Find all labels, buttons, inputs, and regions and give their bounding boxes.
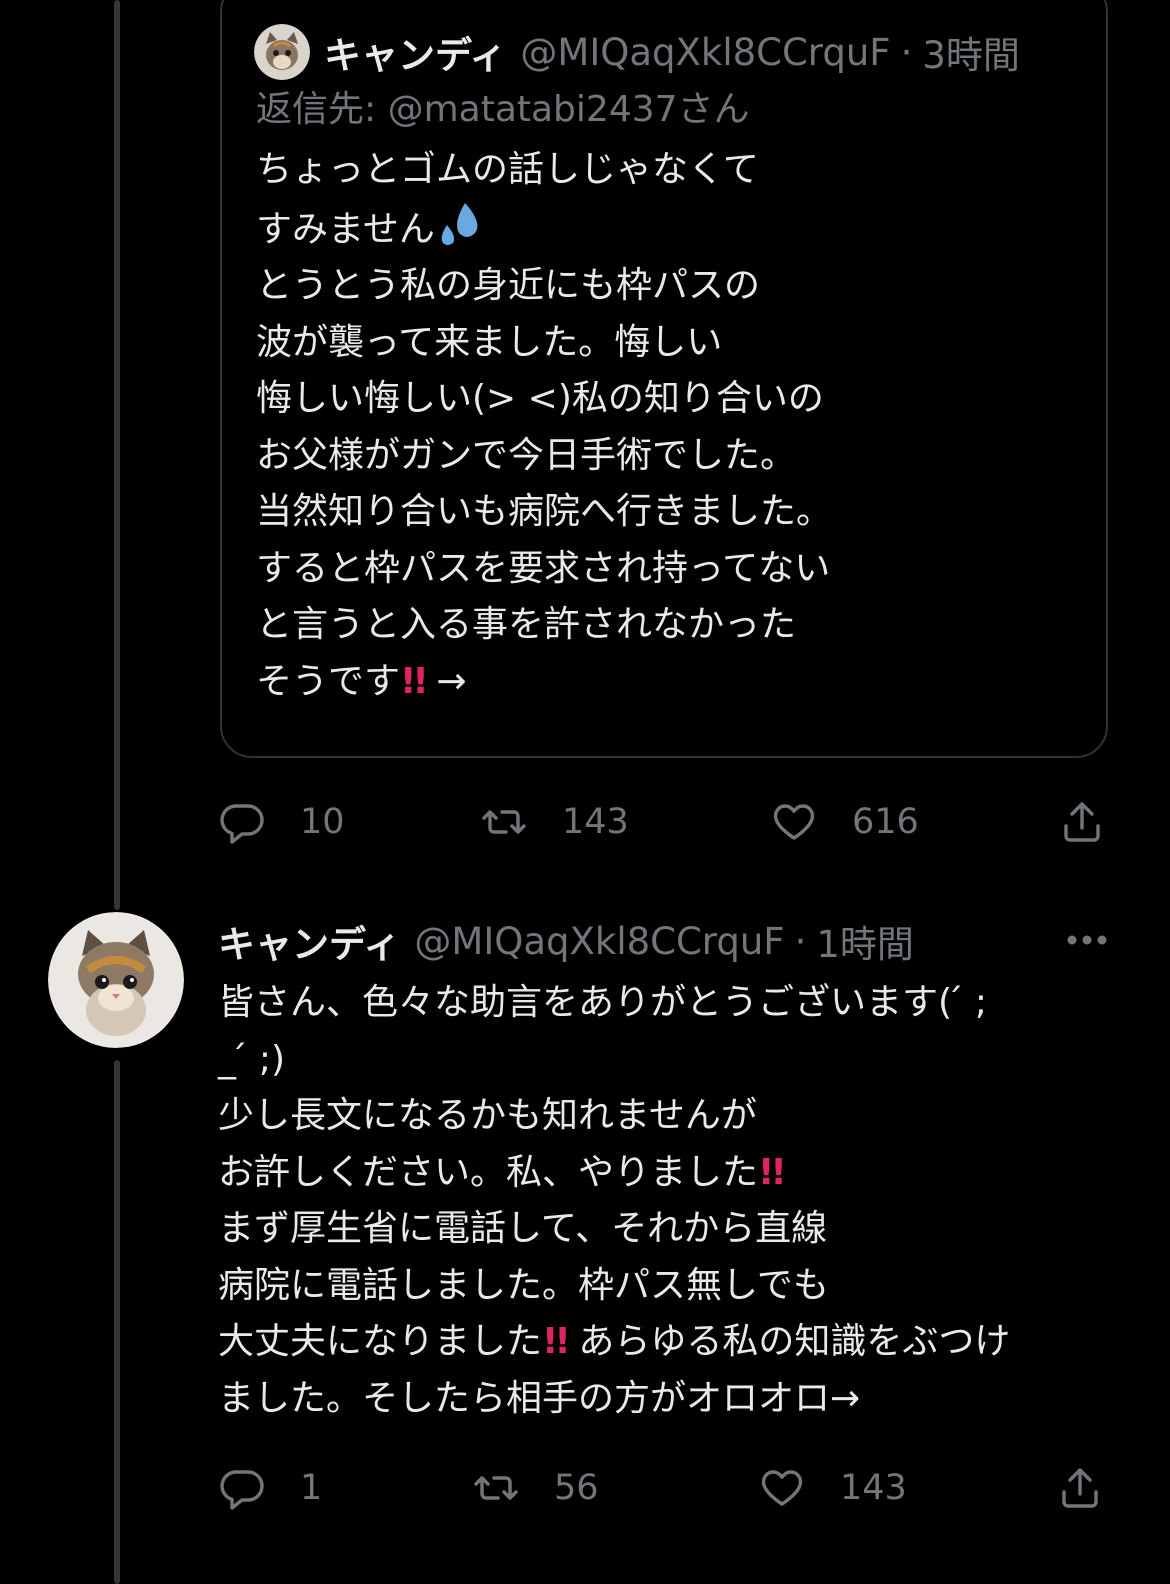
like-button[interactable]: 143 <box>758 1458 907 1518</box>
timestamp[interactable]: 1時間 <box>816 914 914 968</box>
reply-count: 1 <box>300 1468 323 1508</box>
retweet-button[interactable]: 143 <box>480 792 629 852</box>
tweet-text-line: 病院に電話しました。枠パス無しでも <box>218 1264 829 1306</box>
reply-button[interactable]: 1 <box>218 1458 322 1518</box>
handle[interactable]: @MIQaqXkl8CCrquF <box>414 920 784 963</box>
avatar[interactable] <box>254 24 310 80</box>
tweet-text-segment: そうです <box>256 660 401 702</box>
retweet-icon <box>474 1476 518 1500</box>
quoted-tweet-header: キャンディ @MIQaqXkl8CCrquF · 3時間 <box>254 24 1020 80</box>
arrow: → <box>436 660 467 702</box>
tweet-text-line: すみません <box>256 199 1076 259</box>
reply-label: 返信先: <box>256 89 388 130</box>
tweet-text-line: お父様がガンで今日手術でした。 <box>256 434 797 476</box>
retweet-icon <box>482 810 526 834</box>
share-icon <box>1062 1468 1098 1508</box>
reply-icon <box>220 804 264 844</box>
tweet-text-line: 大丈夫になりました!! あらゆる私の知識をぶつけ <box>218 1314 1118 1371</box>
reply-mention[interactable]: @matatabi2437さん <box>388 89 750 130</box>
share-button[interactable] <box>1058 792 1106 852</box>
tweet-text-line: まず厚生省に電話して、それから直線 <box>218 1208 828 1249</box>
reply-icon <box>220 1470 264 1510</box>
reply-to-line: 返信先: @matatabi2437さん <box>256 80 750 132</box>
tweet-text-segment: あらゆる私の知識をぶつけ <box>578 1321 1011 1362</box>
quoted-tweet-card[interactable]: キャンディ @MIQaqXkl8CCrquF · 3時間 返信先: @matat… <box>220 0 1108 758</box>
tweet-text-segment: すみません <box>256 208 435 250</box>
tweet-text-line: お許しください。私、やりました!! <box>218 1145 1118 1202</box>
heart-icon <box>773 804 815 840</box>
tweet-text-line: と言うと入る事を許されなかった <box>256 604 797 645</box>
retweet-count: 56 <box>554 1468 599 1508</box>
avatar[interactable] <box>48 912 184 1048</box>
tweet-actions: 1 56 143 <box>218 1458 1118 1518</box>
thread-line <box>114 1060 120 1584</box>
retweet-count: 143 <box>562 802 629 842</box>
timestamp[interactable]: 3時間 <box>922 25 1020 79</box>
double-exclamation-emoji: !! <box>758 1151 787 1193</box>
heart-icon <box>761 1470 803 1506</box>
reply-count: 10 <box>300 802 345 842</box>
tweet-header: キャンディ @MIQaqXkl8CCrquF · 1時間 <box>218 914 914 968</box>
sweat-drops-emoji <box>435 202 487 250</box>
separator-dot: · <box>900 30 913 74</box>
tweet-text-line: 波が襲って来ました。悔しい <box>256 321 723 363</box>
tweet-text-line: 当然知り合いも病院へ行きました。 <box>256 491 833 532</box>
tweet-text-line: ました。そしたら相手の方がオロオロ→ <box>218 1377 861 1419</box>
separator-dot: · <box>794 919 807 963</box>
thread-line <box>114 0 120 910</box>
tweet-text-line: _ ́ ;) <box>218 1038 286 1080</box>
tweet-text-line: そうです!! → <box>256 654 1076 711</box>
tweet-text-segment: 大丈夫になりました <box>218 1321 543 1362</box>
tweet-text-line: 皆さん、色々な助言をありがとうございます( ́ ; <box>218 982 988 1023</box>
share-icon <box>1064 802 1100 842</box>
like-button[interactable]: 616 <box>770 792 919 852</box>
double-exclamation-emoji: !! <box>400 660 429 702</box>
tweet-text-line: 悔しい悔しい(> <)私の知り合いの <box>256 378 824 419</box>
like-count: 616 <box>852 802 919 842</box>
double-exclamation-emoji: !! <box>542 1321 571 1362</box>
quoted-tweet-text: ちょっとゴムの話しじゃなくて すみません とうとう私の身近にも枠パスの 波が襲っ… <box>256 142 1076 710</box>
tweet-text: 皆さん、色々な助言をありがとうございます( ́ ; _ ́ ;) 少し長文になる… <box>218 975 1118 1427</box>
handle[interactable]: @MIQaqXkl8CCrquF <box>520 31 890 74</box>
tweet-text-line: 少し長文になるかも知れませんが <box>218 1095 757 1136</box>
display-name[interactable]: キャンディ <box>324 25 506 79</box>
more-options-button[interactable] <box>1062 922 1112 958</box>
tweet-actions: 10 143 616 <box>218 792 1118 852</box>
tweet-text-line: すると枠パスを要求され持ってない <box>256 547 831 589</box>
tweet-text-segment: お許しください。私、やりました <box>218 1151 759 1193</box>
like-count: 143 <box>840 1468 907 1508</box>
tweet-text-line: ちょっとゴムの話しじゃなくて <box>256 149 759 190</box>
share-button[interactable] <box>1056 1458 1104 1518</box>
reply-button[interactable]: 10 <box>218 792 345 852</box>
more-icon <box>1067 935 1107 945</box>
display-name[interactable]: キャンディ <box>218 914 400 968</box>
retweet-button[interactable]: 56 <box>472 1458 599 1518</box>
tweet-text-line: とうとう私の身近にも枠パスの <box>256 265 761 306</box>
